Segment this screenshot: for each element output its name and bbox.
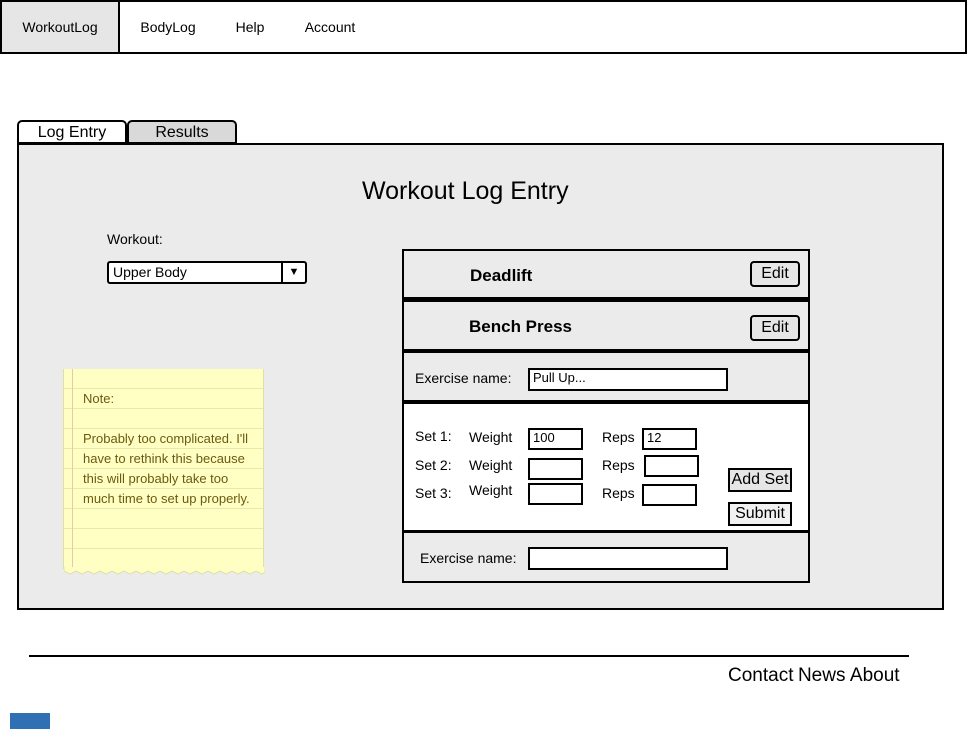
edit-button[interactable]: Edit (750, 315, 800, 341)
note-margin-line (72, 369, 73, 569)
chevron-down-icon[interactable]: ▼ (281, 263, 305, 282)
weight-input[interactable] (528, 483, 583, 505)
weight-input[interactable] (528, 458, 583, 480)
torn-edge-icon (64, 567, 265, 575)
nav-item-bodylog[interactable]: BodyLog (130, 2, 206, 52)
current-exercise-name-row: Exercise name: Pull Up... (402, 350, 810, 402)
sticky-note: Note: Probably too complicated. I'll hav… (63, 369, 265, 575)
exercise-name-input[interactable]: Pull Up... (528, 368, 728, 391)
submit-button[interactable]: Submit (728, 502, 792, 526)
set-label: Set 1: (415, 428, 452, 444)
logo-icon (10, 713, 50, 729)
reps-input[interactable]: 12 (642, 428, 697, 450)
reps-label: Reps (602, 485, 635, 501)
workout-select[interactable]: Upper Body ▼ (107, 261, 307, 284)
set-label: Set 2: (415, 457, 452, 473)
new-exercise-row: Exercise name: (402, 531, 810, 583)
reps-label: Reps (602, 457, 635, 473)
exercise-name: Bench Press (469, 317, 572, 336)
reps-label: Reps (602, 429, 635, 445)
exercise-name-label: Exercise name: (420, 550, 517, 566)
tab-results[interactable]: Results (127, 120, 237, 144)
footer-divider (29, 655, 909, 657)
exercise-name-label: Exercise name: (415, 370, 512, 386)
note-heading: Note: (83, 391, 115, 406)
weight-label: Weight (469, 429, 513, 445)
footer-links: Contact News About (728, 665, 900, 687)
exercise-row-deadlift: Deadlift Edit (402, 249, 810, 299)
weight-input[interactable]: 100 (528, 428, 583, 450)
workout-label: Workout: (107, 231, 163, 247)
set-label: Set 3: (415, 485, 452, 501)
page-title: Workout Log Entry (362, 177, 569, 205)
sets-panel: Set 1: Weight 100 Reps 12 Set 2: Weight … (402, 401, 810, 533)
footer-link-news[interactable]: News (798, 665, 846, 686)
tab-log-entry[interactable]: Log Entry (17, 120, 127, 144)
exercise-name-input[interactable] (528, 547, 728, 570)
footer-link-about[interactable]: About (850, 665, 900, 686)
nav-item-workoutlog[interactable]: WorkoutLog (2, 2, 120, 52)
weight-label: Weight (469, 482, 513, 498)
exercise-row-bench-press: Bench Press Edit (402, 299, 810, 351)
nav-item-account[interactable]: Account (295, 2, 365, 52)
reps-input[interactable] (642, 484, 697, 506)
workout-select-value: Upper Body (113, 264, 187, 280)
weight-label: Weight (469, 457, 513, 473)
edit-button[interactable]: Edit (750, 261, 800, 287)
exercise-name: Deadlift (470, 266, 533, 285)
top-nav: WorkoutLog BodyLog Help Account (0, 0, 967, 54)
note-body: Probably too complicated. I'll have to r… (83, 431, 250, 506)
add-set-button[interactable]: Add Set (728, 468, 792, 492)
nav-item-help[interactable]: Help (224, 2, 276, 52)
footer-link-contact[interactable]: Contact (728, 665, 793, 686)
reps-input[interactable] (644, 455, 699, 477)
